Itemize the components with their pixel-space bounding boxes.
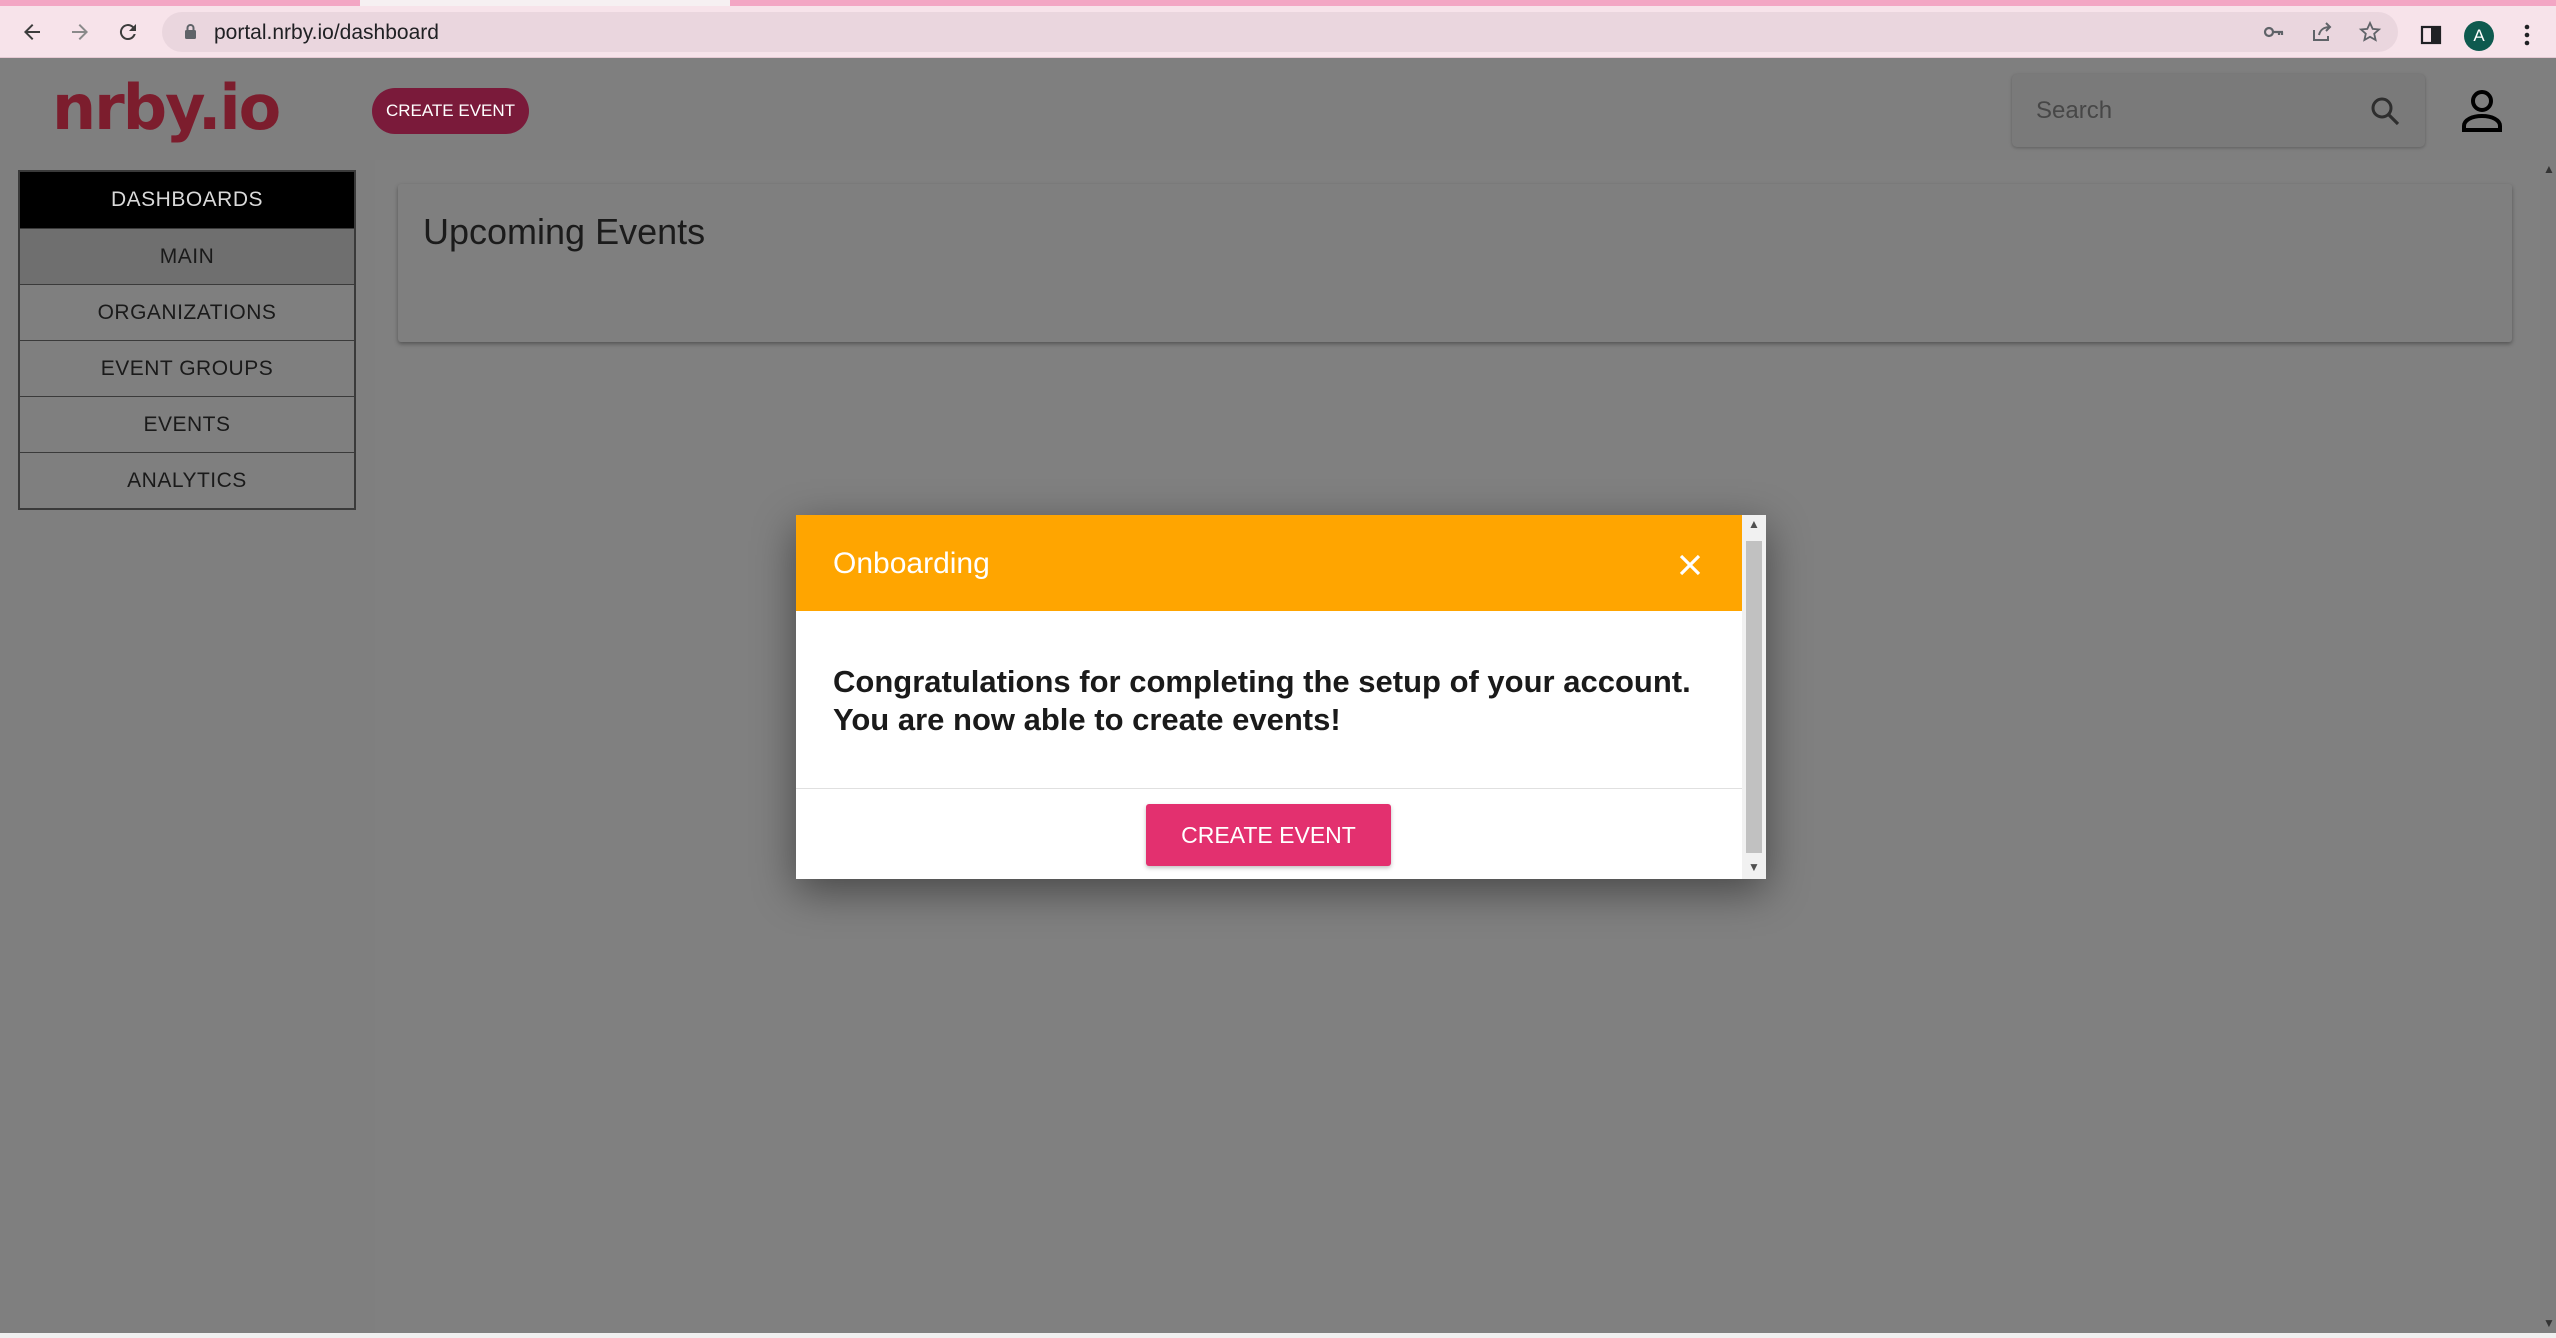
url-text[interactable]: portal.nrby.io/dashboard: [214, 21, 439, 45]
modal-scroll-up-icon[interactable]: ▲: [1748, 517, 1760, 531]
bottom-strip: [0, 1333, 2556, 1338]
modal-create-event-button[interactable]: CREATE EVENT: [1146, 804, 1391, 866]
scroll-up-arrow-icon[interactable]: ▲: [2543, 162, 2555, 176]
modal-scrollbar[interactable]: ▲ ▼: [1742, 515, 1766, 879]
sidebar-item-main[interactable]: MAIN: [20, 228, 354, 284]
scroll-down-arrow-icon[interactable]: ▼: [2543, 1316, 2555, 1330]
modal-title: Onboarding: [833, 547, 990, 580]
address-bar[interactable]: portal.nrby.io/dashboard: [162, 12, 2398, 52]
modal-scrollbar-thumb[interactable]: [1746, 541, 1762, 853]
more-vert-icon[interactable]: [2512, 20, 2542, 50]
search-input[interactable]: [2036, 92, 2356, 130]
modal-divider: [796, 788, 1742, 789]
modal-message-line-2: You are now able to create events!: [833, 702, 1341, 737]
app-header: nrby.io CREATE EVENT: [0, 58, 2556, 160]
upcoming-events-card: Upcoming Events: [398, 184, 2512, 342]
forward-arrow-icon[interactable]: [62, 14, 98, 50]
nrby-logo[interactable]: nrby.io: [52, 72, 281, 144]
upcoming-events-title: Upcoming Events: [423, 211, 706, 252]
page-scrollbar[interactable]: ▲ ▼: [2540, 160, 2556, 1335]
search-icon[interactable]: [2368, 94, 2402, 128]
share-icon[interactable]: [2308, 18, 2336, 46]
sidebar-item-analytics[interactable]: ANALYTICS: [20, 452, 354, 508]
browser-toolbar: portal.nrby.io/dashboard A: [0, 6, 2556, 58]
header-create-event-button[interactable]: CREATE EVENT: [372, 88, 529, 134]
sidebar-nav: DASHBOARDS MAIN ORGANIZATIONS EVENT GROU…: [18, 170, 356, 510]
onboarding-modal: Onboarding Congratulations for completin…: [796, 515, 1766, 879]
profile-avatar[interactable]: A: [2464, 21, 2494, 51]
side-panel-icon[interactable]: [2416, 20, 2446, 50]
key-icon[interactable]: [2260, 18, 2288, 46]
reload-icon[interactable]: [110, 14, 146, 50]
star-icon[interactable]: [2356, 18, 2384, 46]
lock-icon[interactable]: [184, 23, 197, 40]
sidebar-item-event-groups[interactable]: EVENT GROUPS: [20, 340, 354, 396]
modal-message: Congratulations for completing the setup…: [833, 663, 1713, 739]
modal-scroll-down-icon[interactable]: ▼: [1748, 860, 1760, 874]
modal-header: Onboarding: [796, 515, 1742, 611]
account-icon[interactable]: [2460, 88, 2504, 134]
sidebar-item-organizations[interactable]: ORGANIZATIONS: [20, 284, 354, 340]
sidebar-item-events[interactable]: EVENTS: [20, 396, 354, 452]
close-icon[interactable]: [1676, 551, 1704, 579]
modal-message-line-1: Congratulations for completing the setup…: [833, 664, 1691, 699]
browser-window-top: portal.nrby.io/dashboard A: [0, 0, 2556, 58]
sidebar-item-dashboards[interactable]: DASHBOARDS: [20, 172, 354, 228]
back-arrow-icon[interactable]: [14, 14, 50, 50]
search-field[interactable]: [2012, 74, 2425, 147]
